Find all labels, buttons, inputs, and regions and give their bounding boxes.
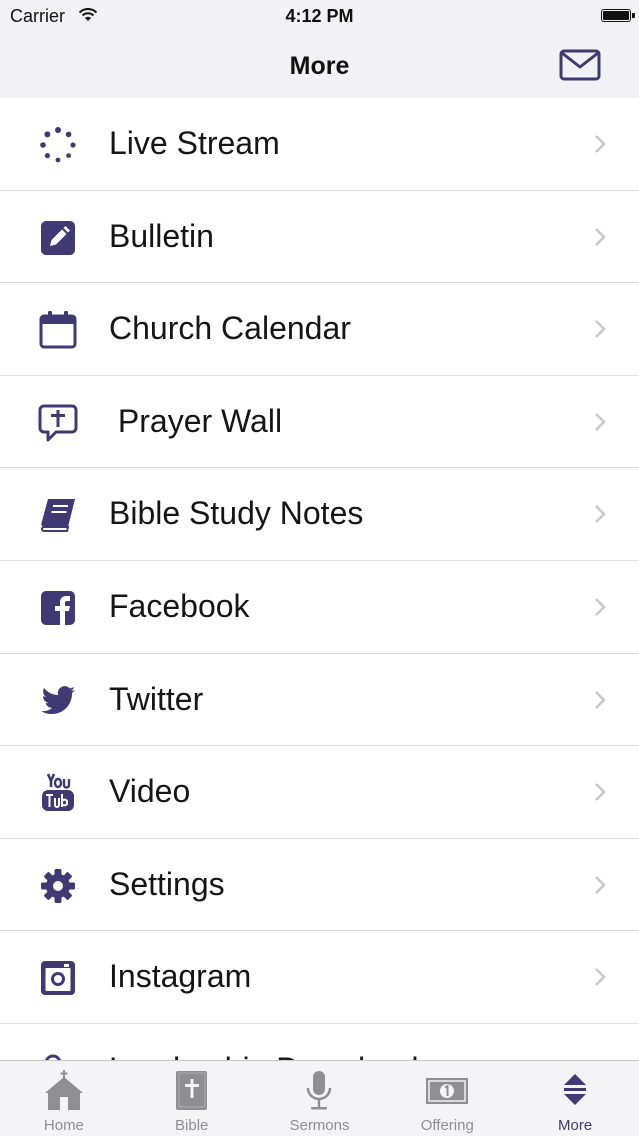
menu-item-video[interactable]: Video xyxy=(0,746,639,839)
menu-item-church-calendar[interactable]: Church Calendar xyxy=(0,283,639,376)
menu-item-leadership-downloads[interactable]: Leadership Downloads xyxy=(0,1024,639,1060)
bible-icon xyxy=(170,1069,214,1113)
menu-item-label: Church Calendar xyxy=(109,310,351,347)
navigation-bar: More xyxy=(0,34,639,98)
menu-item-prayer-wall[interactable]: Prayer Wall xyxy=(0,376,639,469)
menu-item-facebook[interactable]: Facebook xyxy=(0,561,639,654)
tab-label: Offering xyxy=(383,1117,511,1134)
youtube-icon xyxy=(38,773,78,813)
tab-sermons[interactable]: Sermons xyxy=(256,1061,384,1137)
menu-item-instagram[interactable]: Instagram xyxy=(0,931,639,1024)
tab-offering[interactable]: Offering xyxy=(383,1061,511,1137)
chevron-right-icon xyxy=(594,967,606,987)
gear-icon xyxy=(38,866,78,906)
status-time: 4:12 PM xyxy=(0,6,639,27)
battery-icon xyxy=(601,9,631,22)
page-title: More xyxy=(0,52,639,81)
tab-more[interactable]: More xyxy=(511,1061,639,1137)
live-stream-icon xyxy=(38,125,78,165)
chevron-right-icon xyxy=(594,597,606,617)
chevron-right-icon xyxy=(594,412,606,432)
tab-label: More xyxy=(511,1117,639,1134)
menu-item-label: Twitter xyxy=(109,681,203,718)
book-icon xyxy=(38,495,78,535)
tab-home[interactable]: Home xyxy=(0,1061,128,1137)
chevron-right-icon xyxy=(594,504,606,524)
menu-item-label: Facebook xyxy=(109,588,250,625)
tab-label: Bible xyxy=(128,1117,256,1134)
menu-item-label: Video xyxy=(109,773,190,810)
money-icon xyxy=(425,1069,469,1113)
chevron-right-icon xyxy=(594,134,606,154)
instagram-icon xyxy=(38,958,78,998)
menu-item-bulletin[interactable]: Bulletin xyxy=(0,191,639,284)
menu-item-label: Bulletin xyxy=(109,218,214,255)
mail-icon[interactable] xyxy=(558,46,604,84)
pencil-square-icon xyxy=(38,218,78,258)
menu-item-label: Instagram xyxy=(109,958,251,995)
menu-item-label: Live Stream xyxy=(109,125,280,162)
menu-item-settings[interactable]: Settings xyxy=(0,839,639,932)
tab-bible[interactable]: Bible xyxy=(128,1061,256,1137)
menu-item-live-stream[interactable]: Live Stream xyxy=(0,98,639,191)
tab-label: Home xyxy=(0,1117,128,1134)
twitter-icon xyxy=(38,681,78,721)
chevron-right-icon xyxy=(594,227,606,247)
menu-item-label: Leadership Downloads xyxy=(109,1051,435,1060)
status-bar: Carrier 4:12 PM xyxy=(0,0,639,34)
download-icon xyxy=(38,1051,78,1060)
calendar-icon xyxy=(38,310,78,350)
church-icon xyxy=(42,1069,86,1113)
more-menu-list[interactable]: Live Stream Bulletin Church Calendar Pra… xyxy=(0,98,639,1060)
microphone-icon xyxy=(297,1069,341,1113)
menu-item-label: Prayer Wall xyxy=(109,403,282,440)
chevron-right-icon xyxy=(594,319,606,339)
facebook-icon xyxy=(38,588,78,628)
tab-bar: Home Bible Sermons Offering xyxy=(0,1060,639,1136)
chevron-right-icon xyxy=(594,690,606,710)
menu-item-label: Bible Study Notes xyxy=(109,495,363,532)
menu-item-bible-study-notes[interactable]: Bible Study Notes xyxy=(0,468,639,561)
chevron-right-icon xyxy=(594,875,606,895)
prayer-bubble-icon xyxy=(38,403,78,443)
menu-item-label: Settings xyxy=(109,866,225,903)
tab-label: Sermons xyxy=(256,1117,384,1134)
more-icon xyxy=(553,1069,597,1113)
menu-item-twitter[interactable]: Twitter xyxy=(0,654,639,747)
chevron-right-icon xyxy=(594,782,606,802)
